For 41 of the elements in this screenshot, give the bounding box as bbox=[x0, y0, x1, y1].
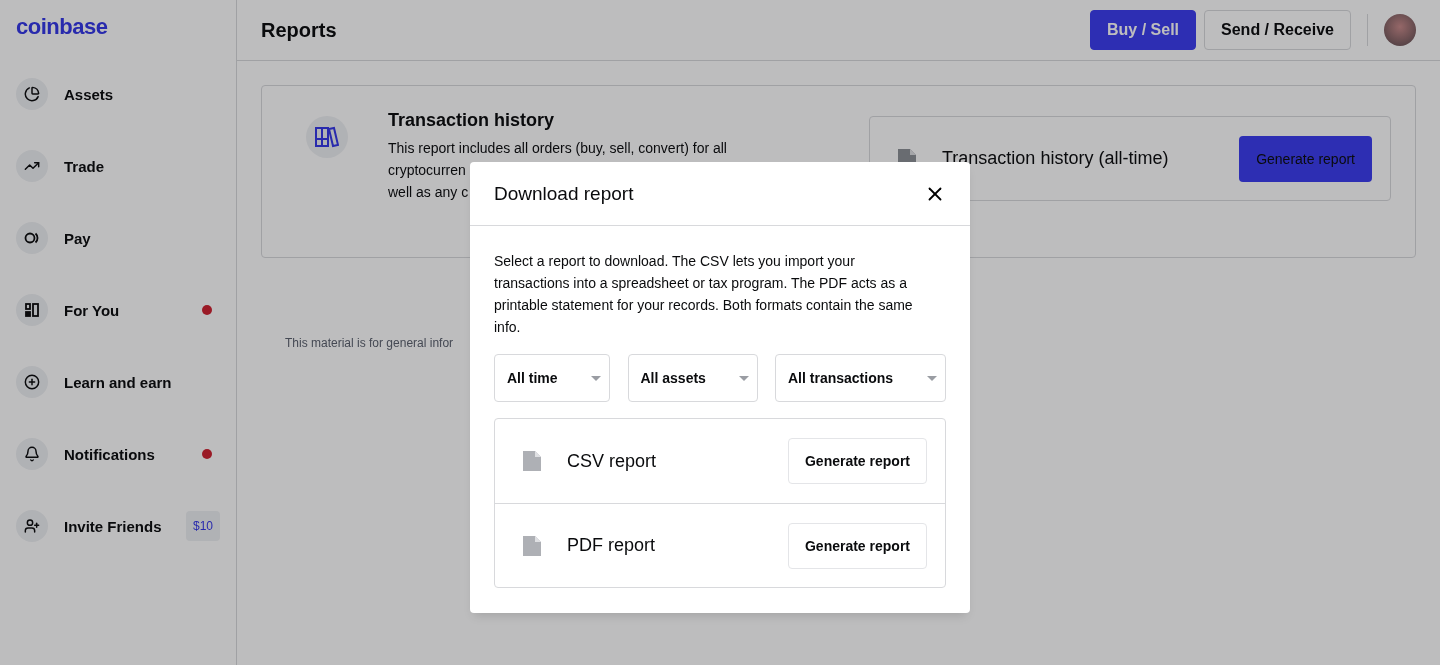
send-receive-button[interactable]: Send / Receive bbox=[1204, 10, 1351, 50]
select-field[interactable]: All assets bbox=[627, 354, 758, 402]
report-name: PDF report bbox=[567, 535, 656, 556]
avatar[interactable] bbox=[1384, 14, 1416, 46]
report-description: well as any c bbox=[388, 184, 469, 200]
coinbase-logo[interactable]: coinbase bbox=[16, 14, 108, 40]
report-description: This report includes all orders (buy, sell, convert) for all bbox=[388, 140, 727, 156]
select-field[interactable]: All time bbox=[494, 354, 610, 402]
report-item-label: Transaction history (all-time) bbox=[942, 148, 1169, 169]
caret-icon bbox=[591, 375, 601, 381]
buy-sell-button[interactable]: Buy / Sell bbox=[1090, 10, 1197, 50]
page-title: Reports bbox=[261, 18, 337, 42]
generate-report-button[interactable]: Generate report bbox=[787, 522, 927, 569]
select-field[interactable]: All transactions bbox=[775, 354, 946, 402]
caret-icon bbox=[927, 375, 937, 381]
nav-link[interactable]: For You bbox=[64, 301, 120, 319]
nav-link[interactable]: Learn and earn bbox=[64, 373, 172, 391]
nav-link[interactable]: Assets bbox=[64, 85, 114, 103]
caret-icon bbox=[738, 375, 749, 381]
nav-link[interactable]: Pay bbox=[64, 229, 91, 247]
plus-circle-icon[interactable] bbox=[16, 366, 48, 398]
file-icon bbox=[523, 535, 541, 556]
bell-icon[interactable] bbox=[16, 438, 48, 470]
report-name: CSV report bbox=[567, 450, 657, 472]
nav-link[interactable]: Trade bbox=[64, 157, 105, 175]
report-description: cryptocurren bbox=[388, 162, 466, 178]
dialog-description: Select a report to download. The CSV lets you import your transactions into a spreadsheet or tax program. The PDF acts as a printable statement for your records. Both formats contain the same info. bbox=[494, 252, 914, 337]
nav-link[interactable]: Invite Friends bbox=[64, 517, 162, 535]
pie-chart-icon[interactable] bbox=[16, 78, 48, 110]
trend-up-icon[interactable] bbox=[16, 150, 48, 182]
file-icon bbox=[523, 451, 541, 471]
binders-icon bbox=[306, 116, 348, 158]
generate-report-button[interactable]: Generate report bbox=[787, 438, 927, 484]
layout-icon[interactable] bbox=[16, 294, 48, 326]
user-plus-icon[interactable] bbox=[16, 510, 48, 542]
disclaimer-text: This material is for general infor bbox=[285, 336, 455, 350]
dialog-title: Download report bbox=[494, 182, 634, 205]
reward-badge: $10 bbox=[185, 511, 220, 541]
pay-icon[interactable] bbox=[16, 222, 48, 254]
nav-link[interactable]: Notifications bbox=[64, 445, 155, 463]
report-title: Transaction history bbox=[388, 110, 556, 131]
